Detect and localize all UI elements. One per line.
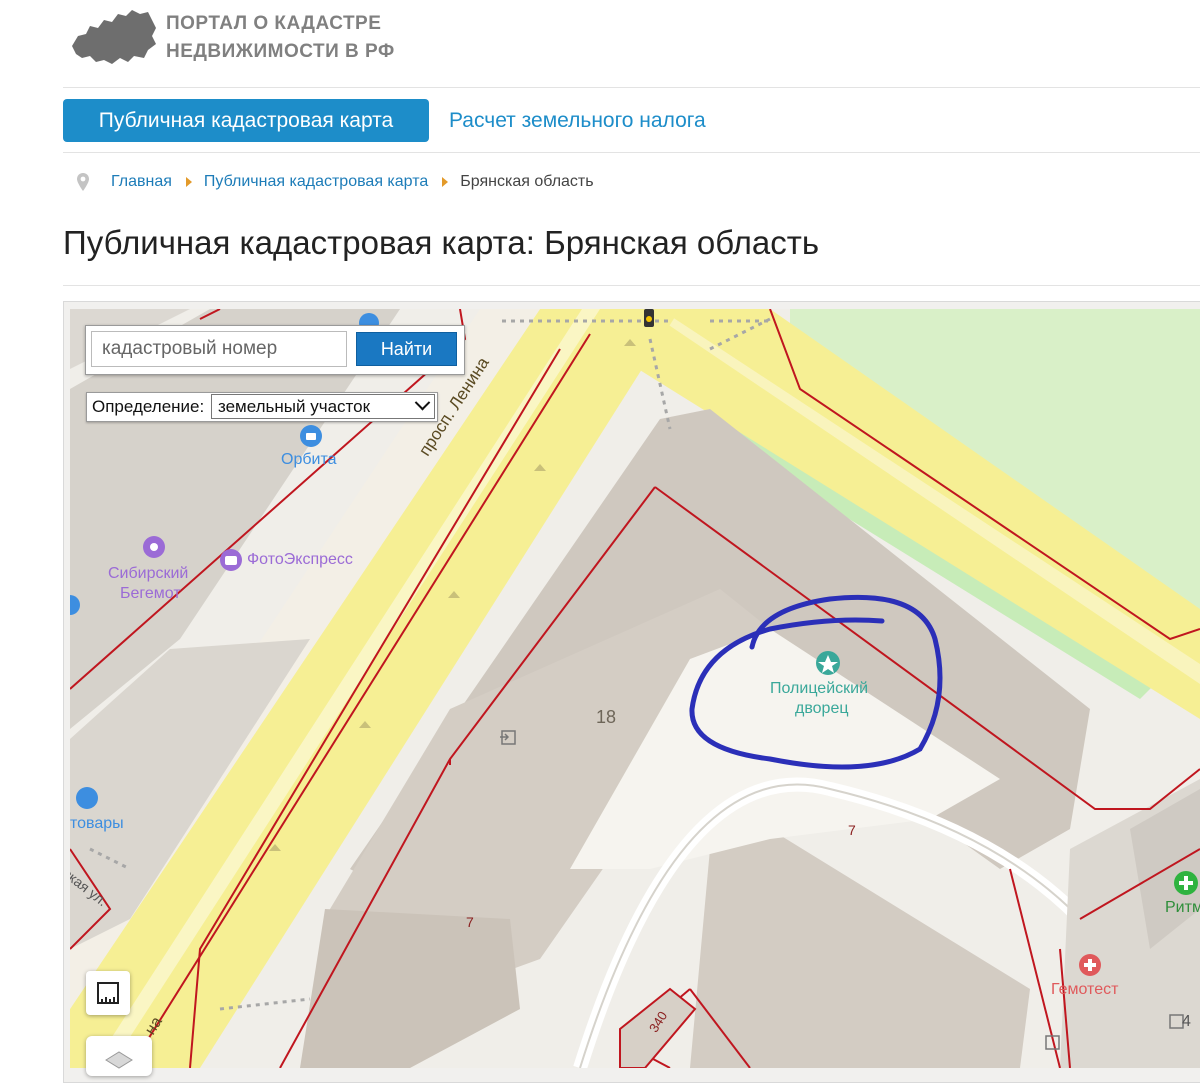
header-divider [63,87,1200,88]
find-button[interactable]: Найти [356,332,457,366]
nav-divider [63,152,1200,153]
breadcrumb-section[interactable]: Публичная кадастровая карта [204,170,428,194]
tab-public-cadastral-map[interactable]: Публичная кадастровая карта [63,99,429,142]
tab-land-tax-calc[interactable]: Расчет земельного налога [449,99,706,142]
house-number-7: 7 [466,914,474,930]
poi-label-police-2[interactable]: дворец [795,700,849,718]
russia-map-logo-icon[interactable] [68,6,160,68]
breadcrumb-home[interactable]: Главная [111,170,172,194]
definition-label: Определение: [92,397,205,416]
layers-icon [105,1051,133,1069]
poi-label-siberian-1[interactable]: Сибирский [108,565,188,583]
poi-label-orbita[interactable]: Орбита [281,451,337,469]
layers-button[interactable] [86,1036,152,1076]
breadcrumb: Главная Публичная кадастровая карта Брян… [76,170,594,194]
breadcrumb-arrow-icon [442,177,449,187]
definition-select[interactable]: земельный участок [211,394,435,419]
cadastral-map[interactable]: просп. Ленина Орбита ФотоЭкспресс Сибирс… [70,309,1200,1068]
house-number-4: 4 [1182,1013,1191,1030]
poi-label-police-1[interactable]: Полицейский [770,680,868,698]
poi-label-photoexpress[interactable]: ФотоЭкспресс [247,551,353,569]
page-title: Публичная кадастровая карта: Брянская об… [63,224,820,261]
logo-title-line1[interactable]: ПОРТАЛ О КАДАСТРЕ [166,10,395,38]
poi-label-ritm[interactable]: Ритм [1165,899,1200,917]
poi-label-gemotest[interactable]: Гемотест [1051,981,1118,999]
cadastral-number-input[interactable] [91,331,347,367]
poi-label-siberian-2[interactable]: Бегемот [120,585,181,603]
definition-selected-value: земельный участок [218,397,371,416]
breadcrumb-current: Брянская область [460,173,594,190]
chevron-down-icon [414,394,431,411]
ruler-button[interactable] [86,971,130,1015]
house-number-18: 18 [596,707,617,727]
map-canvas[interactable] [70,309,1200,1068]
breadcrumb-divider [63,285,1200,286]
poi-label-goods[interactable]: товары [70,815,124,833]
house-number-7: 7 [848,822,856,838]
location-pin-icon [77,173,89,191]
logo-title-line2[interactable]: НЕДВИЖИМОСТИ В РФ [166,38,395,66]
poi-goods-icon[interactable] [76,787,98,809]
breadcrumb-arrow-icon [185,177,192,187]
ruler-icon [97,982,119,1004]
